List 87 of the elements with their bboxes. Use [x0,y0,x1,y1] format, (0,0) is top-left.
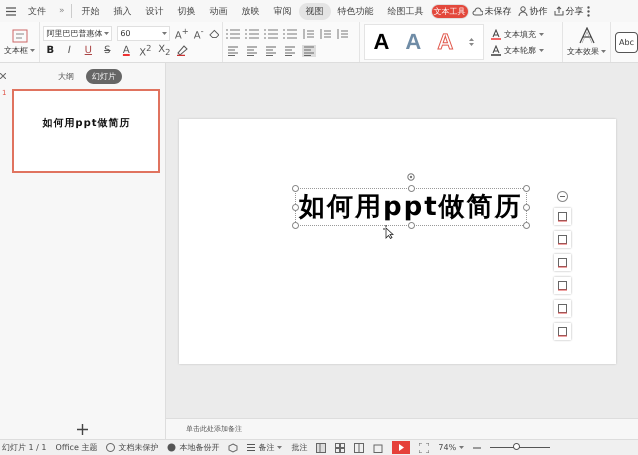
play-button[interactable] [392,441,410,454]
font-size-button[interactable]: A$^{+}$ [174,26,189,42]
resize-handle[interactable] [408,222,415,229]
slide-thumbnail[interactable]: 如何用ppt做简历 [12,89,160,173]
ribbon-tab[interactable]: 设计 [138,2,171,20]
caret-icon [459,446,464,449]
person-icon [518,6,528,16]
text-style-option[interactable]: A [437,29,454,55]
gallery-scroll-icon[interactable] [469,38,474,46]
menu-icon[interactable] [6,6,16,16]
format-button[interactable]: S [100,45,114,56]
resize-handle[interactable] [522,185,530,192]
resize-handle[interactable] [522,222,530,229]
toolbar-action[interactable]: 协作 [514,4,551,18]
rotate-handle[interactable] [406,173,415,181]
more-icon[interactable] [586,6,590,16]
panel-tab[interactable]: 大纲 [52,68,80,84]
text-effect-icon[interactable] [578,27,595,44]
ribbon-tab[interactable]: 插入 [106,2,139,20]
resize-handle[interactable] [408,185,415,192]
normal-view-icon[interactable] [316,442,326,452]
ribbon-tab[interactable]: 视图 [298,2,331,20]
text-style-option[interactable]: A [405,29,422,55]
caret-icon [538,32,544,36]
highlighter-icon[interactable] [176,45,190,56]
ribbon-tab[interactable]: 放映 [234,2,267,20]
font-size-dropdown[interactable]: 60 [117,26,170,41]
format-button[interactable]: I [62,45,76,56]
notes-icon [247,444,256,451]
zoom-level[interactable]: 74% [438,443,464,452]
line-spacing-icon[interactable] [302,28,314,38]
format-button[interactable]: X$^{2}$ [138,42,152,58]
font-dropdown[interactable]: 阿里巴巴普惠体 [43,26,112,41]
backup-status[interactable]: 本地备份开 [167,442,220,453]
notes-button[interactable]: 备注 [247,442,282,453]
ribbon-tab[interactable]: 审阅 [266,2,299,20]
caret-icon [601,50,606,53]
ribbon-tab[interactable]: 动画 [202,2,235,20]
move-cursor-icon [382,225,394,239]
share-icon [554,6,564,16]
ribbon-tab[interactable]: 开始 [74,2,107,20]
format-button[interactable]: B [43,45,58,56]
panel-tab[interactable]: 幻灯片 [86,68,122,84]
text-fill-button[interactable]: 文本填充 [490,28,560,40]
caret-icon [104,32,110,35]
slide-counter: 幻灯片 1 / 1 [2,442,47,453]
theme-name: Office 主题 [56,442,98,453]
ribbon-tab[interactable]: 特色功能 [330,2,381,20]
caret-icon [538,48,544,52]
comments-button[interactable]: 批注 [291,442,308,453]
ribbon-tab[interactable]: 切换 [170,2,203,20]
text-outline-button[interactable]: 文本轮廓 [490,44,560,56]
protection-status[interactable]: 文档未保护 [106,442,158,453]
resize-handle[interactable] [522,204,530,211]
text-effect-button[interactable]: 文本效果 [567,46,606,57]
fit-screen-icon[interactable] [419,442,430,452]
grid-view-icon[interactable] [335,442,346,452]
format-button[interactable]: U [81,45,96,56]
format-button[interactable]: A [119,45,134,56]
shape-style-button[interactable]: Abc [615,32,638,52]
file-menu[interactable]: 文件 [21,2,53,20]
close-icon[interactable] [0,73,6,79]
caret-icon [30,48,36,52]
text-outline-icon [490,44,501,56]
eraser-icon[interactable] [208,28,220,38]
cloud-icon [472,6,483,16]
textbox-button[interactable]: 文本框 [4,44,36,56]
ribbon-tab[interactable]: 文本工具 [430,4,469,18]
resize-handle[interactable] [292,222,299,229]
format-button[interactable]: X$_{2}$ [157,44,172,57]
add-slide-icon[interactable] [77,424,88,435]
caret-icon [277,446,282,449]
resize-handle[interactable] [292,204,299,211]
reading-view-icon[interactable] [354,442,364,452]
zoom-slider-thumb[interactable] [513,443,520,450]
ribbon-tab[interactable]: 绘图工具 [380,2,431,20]
toolbar-action[interactable]: 未保存 [468,4,515,18]
toolbar-action[interactable]: 分享 [550,4,587,18]
font-size-button[interactable]: A$^{-}$ [194,26,204,42]
thumbnail-title: 如何用ppt做简历 [42,116,131,130]
align-left-icon[interactable] [226,44,240,56]
text-fill-icon [490,28,501,40]
bullet-list-icon[interactable] [226,28,240,38]
text-style-option[interactable]: A [374,29,390,55]
cube-icon[interactable] [228,442,238,452]
resize-handle[interactable] [292,185,299,192]
caret-icon [162,32,167,35]
